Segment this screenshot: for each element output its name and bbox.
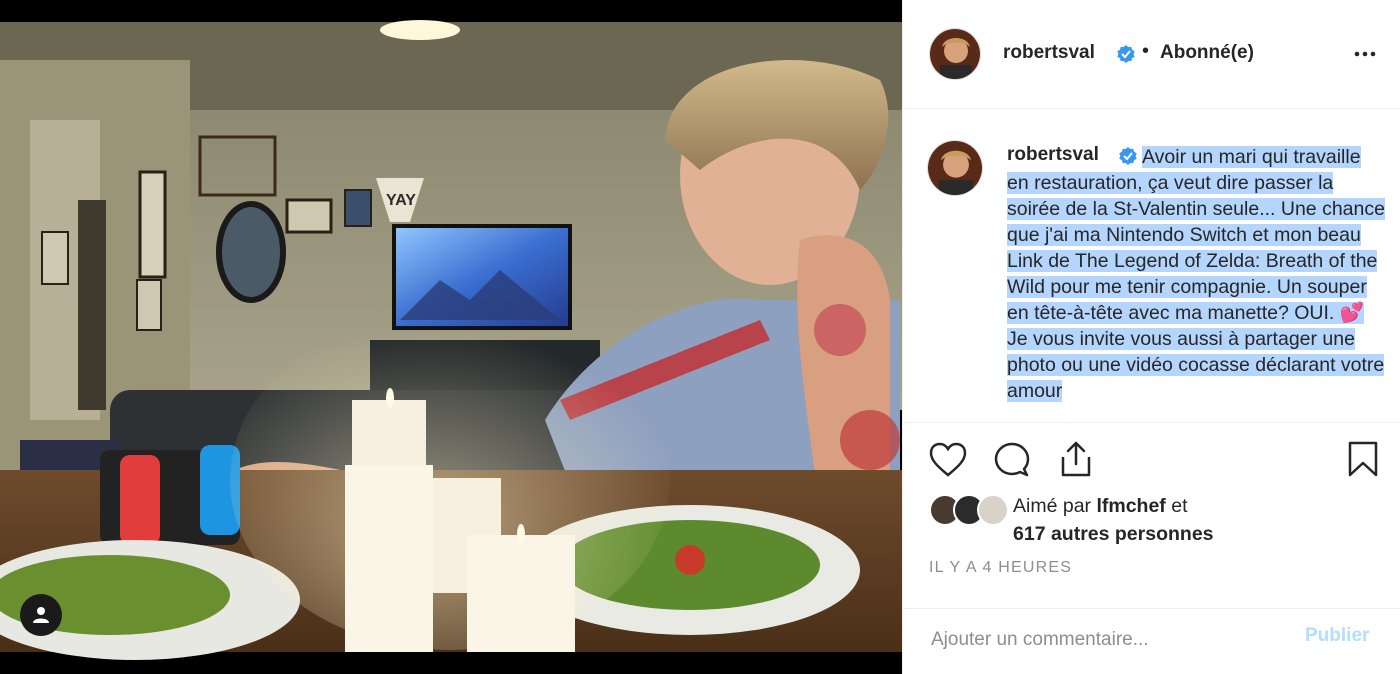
likes-others-link[interactable]: 617 autres personnes (1013, 523, 1214, 545)
like-button[interactable] (929, 442, 967, 483)
post-actions: Aimé par lfmchef et 617 autres personnes… (903, 422, 1400, 609)
header-separator: • (1142, 40, 1150, 62)
caption-text: Avoir un mari qui travaille en restaurat… (1007, 144, 1387, 404)
publish-button[interactable]: Publier (1305, 625, 1369, 647)
author-avatar[interactable] (929, 28, 981, 80)
caption-selected-text: Avoir un mari qui travaille en restaurat… (1007, 146, 1385, 402)
post-sidebar: robertsval • Abonné(e) robertsval Avoir … (902, 0, 1400, 674)
share-icon (1061, 441, 1091, 477)
more-options-button[interactable] (1353, 44, 1377, 64)
verified-badge-icon (1116, 44, 1136, 69)
save-button[interactable] (1347, 440, 1379, 483)
follow-status-button[interactable]: Abonné(e) (1160, 42, 1254, 64)
author-username[interactable]: robertsval (1003, 42, 1095, 64)
liker-avatar (977, 494, 1009, 526)
post-header: robertsval • Abonné(e) (903, 0, 1400, 109)
post-photo-scene: YAY (0, 0, 902, 674)
likes-prefix: Aimé par (1013, 495, 1092, 517)
liked-by-avatars[interactable] (929, 494, 1009, 526)
comment-button[interactable] (994, 442, 1030, 483)
likes-conjunction: et (1171, 495, 1188, 517)
comment-form: Publier (903, 608, 1400, 674)
caption-author-avatar[interactable] (927, 140, 983, 196)
post-timestamp[interactable]: IL Y A 4 HEURES (929, 559, 1072, 577)
share-button[interactable] (1058, 440, 1094, 483)
comment-input[interactable] (929, 624, 1273, 656)
comment-icon (994, 442, 1030, 477)
post-caption: robertsval Avoir un mari qui travaille e… (903, 108, 1400, 423)
photo-sign-text: YAY (386, 192, 416, 209)
user-tag-icon (33, 607, 49, 623)
bookmark-icon (1348, 441, 1378, 477)
likes-summary: Aimé par lfmchef et 617 autres personnes (1013, 492, 1214, 548)
liked-by-user-link[interactable]: lfmchef (1096, 495, 1165, 517)
more-options-icon (1354, 51, 1376, 57)
heart-icon (929, 442, 967, 477)
tag-users-button[interactable] (20, 594, 62, 636)
post-photo[interactable]: YAY (0, 0, 902, 674)
